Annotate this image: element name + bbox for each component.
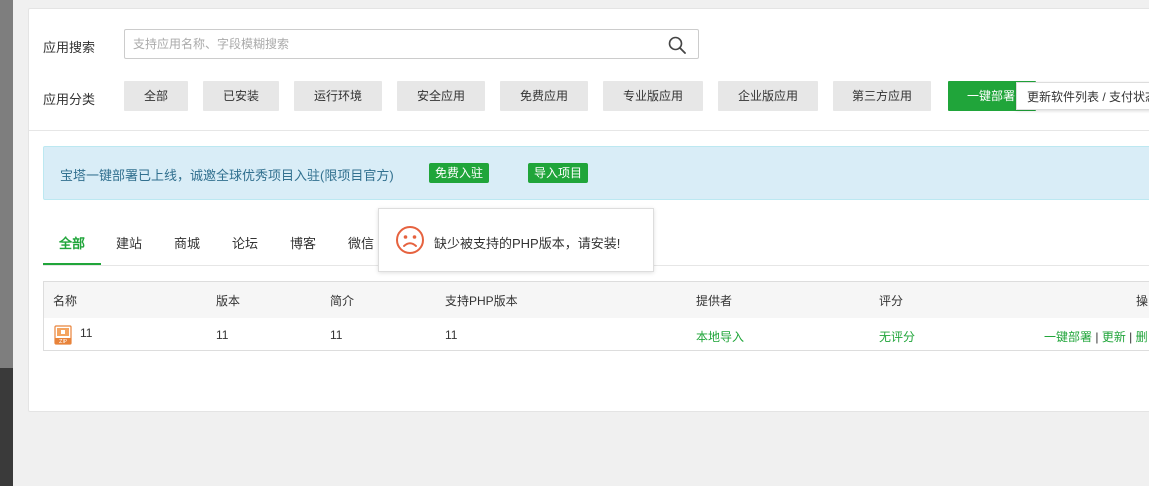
header-provider: 提供者 bbox=[696, 294, 733, 308]
error-toast: 缺少被支持的PHP版本，请安装! bbox=[378, 208, 654, 272]
free-join-button[interactable]: 免费入驻 bbox=[429, 163, 490, 183]
toast-message: 缺少被支持的PHP版本，请安装! bbox=[434, 236, 621, 251]
import-project-button[interactable]: 导入项目 bbox=[528, 163, 589, 183]
announcement-banner: 宝塔一键部署已上线，诚邀全球优秀项目入驻(限项目官方) 免费入驻 导入项目 bbox=[43, 146, 1149, 200]
banner-text: 宝塔一键部署已上线，诚邀全球优秀项目入驻(限项目官方) bbox=[60, 168, 394, 183]
category-free[interactable]: 免费应用 bbox=[500, 81, 588, 111]
category-all[interactable]: 全部 bbox=[124, 81, 188, 111]
left-sidebar-dark-edge bbox=[0, 368, 13, 486]
zip-file-icon: ZIP bbox=[54, 325, 72, 345]
header-version: 版本 bbox=[216, 294, 241, 308]
row-name: 11 bbox=[80, 326, 93, 340]
header-name: 名称 bbox=[53, 294, 78, 308]
table-header: 名称 版本 简介 支持PHP版本 提供者 评分 操 bbox=[44, 282, 1149, 318]
project-table: 名称 版本 简介 支持PHP版本 提供者 评分 操 ZIP 11 11 11 1… bbox=[43, 281, 1149, 351]
row-php: 11 bbox=[445, 328, 458, 342]
tab-forum[interactable]: 论坛 bbox=[232, 233, 258, 252]
tab-blog[interactable]: 博客 bbox=[290, 233, 316, 252]
search-icon[interactable] bbox=[668, 36, 686, 54]
tab-mall[interactable]: 商城 bbox=[174, 233, 200, 252]
row-update-link[interactable]: 更新 bbox=[1102, 330, 1126, 344]
category-installed[interactable]: 已安装 bbox=[203, 81, 279, 111]
row-actions: 一键部署 | 更新 | 删 bbox=[1044, 328, 1148, 345]
category-runtime[interactable]: 运行环境 bbox=[294, 81, 382, 111]
search-label: 应用搜索 bbox=[43, 40, 96, 55]
action-separator: | bbox=[1125, 330, 1136, 344]
category-pro[interactable]: 专业版应用 bbox=[603, 81, 703, 111]
category-security[interactable]: 安全应用 bbox=[397, 81, 485, 111]
active-tab-indicator bbox=[43, 263, 101, 265]
left-sidebar-edge bbox=[0, 0, 13, 486]
svg-text:ZIP: ZIP bbox=[59, 339, 67, 345]
row-provider: 本地导入 bbox=[696, 330, 745, 344]
category-third-party[interactable]: 第三方应用 bbox=[833, 81, 931, 111]
category-label: 应用分类 bbox=[43, 92, 96, 107]
tab-all[interactable]: 全部 bbox=[59, 233, 85, 252]
header-actions: 操 bbox=[1136, 294, 1149, 308]
tab-website[interactable]: 建站 bbox=[116, 233, 142, 252]
header-rating: 评分 bbox=[879, 294, 904, 308]
row-deploy-link[interactable]: 一键部署 bbox=[1044, 330, 1092, 344]
search-input[interactable] bbox=[125, 30, 661, 58]
update-software-list-button[interactable]: 更新软件列表 / 支付状态 bbox=[1016, 82, 1149, 110]
tab-wechat[interactable]: 微信 bbox=[348, 233, 374, 252]
search-box[interactable] bbox=[124, 29, 699, 59]
action-separator: | bbox=[1092, 330, 1102, 344]
sad-face-icon bbox=[396, 226, 424, 254]
category-enterprise[interactable]: 企业版应用 bbox=[718, 81, 818, 111]
header-desc: 简介 bbox=[330, 294, 355, 308]
row-rating: 无评分 bbox=[879, 330, 916, 344]
row-desc: 11 bbox=[330, 328, 343, 342]
divider bbox=[29, 130, 1149, 131]
header-php: 支持PHP版本 bbox=[445, 294, 518, 308]
row-delete-link[interactable]: 删 bbox=[1136, 330, 1148, 344]
row-version: 11 bbox=[216, 328, 229, 342]
